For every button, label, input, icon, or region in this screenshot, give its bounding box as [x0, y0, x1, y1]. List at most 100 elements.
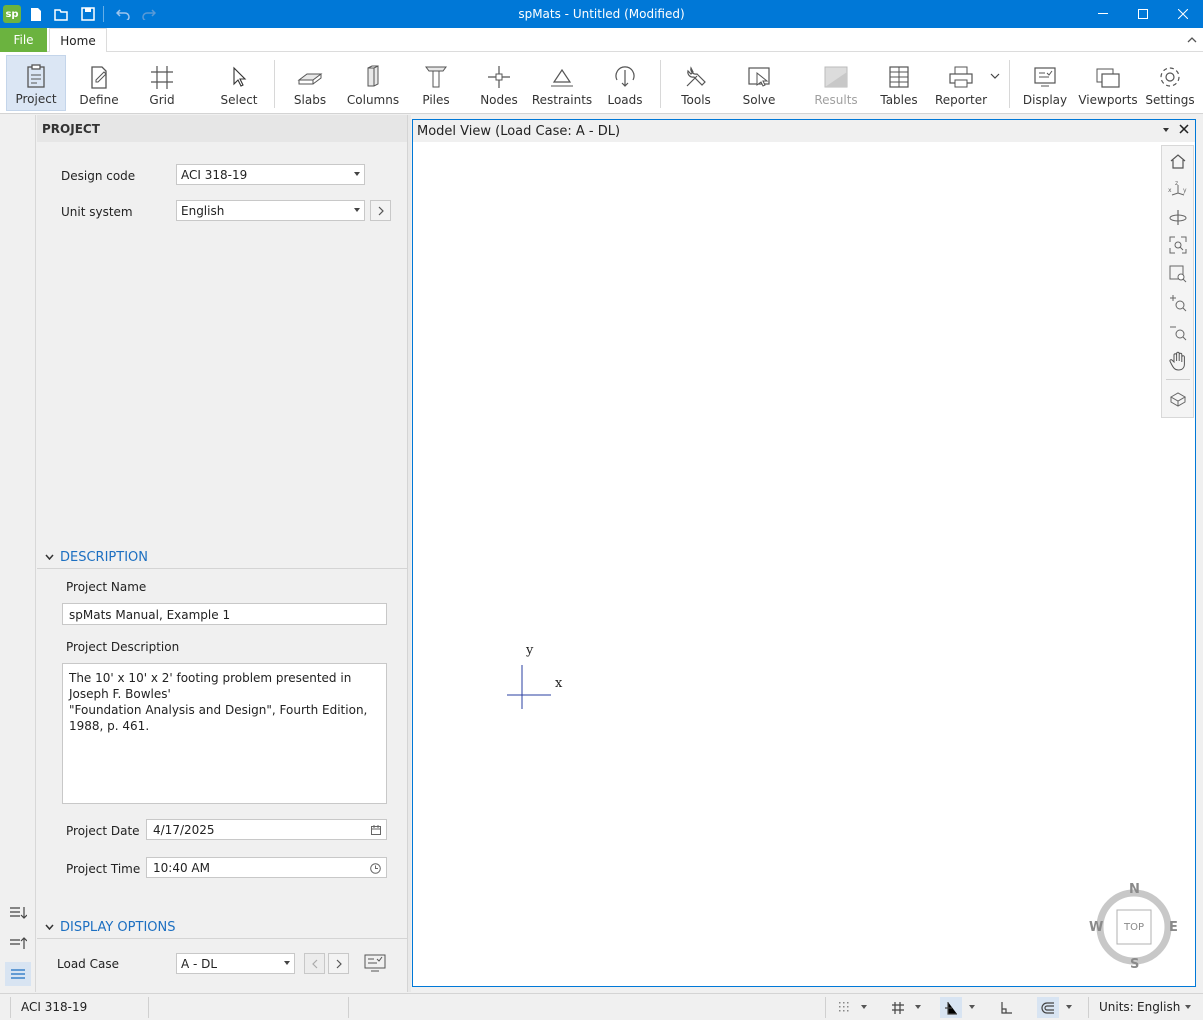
tables-button[interactable]: Tables	[874, 55, 924, 111]
app-logo-icon[interactable]: sp	[3, 5, 21, 23]
minimize-icon[interactable]	[1083, 0, 1123, 28]
compass-top-button[interactable]: TOP	[1118, 922, 1150, 933]
maximize-icon[interactable]	[1123, 0, 1163, 28]
pan-hand-icon[interactable]	[1167, 350, 1189, 372]
chevron-left-icon	[311, 959, 317, 968]
project-description-input[interactable]: The 10' x 10' x 2' footing problem prese…	[62, 663, 387, 804]
load-icon	[615, 66, 635, 87]
status-design-code: ACI 318-19	[21, 1000, 88, 1014]
list-view-icon[interactable]	[5, 962, 31, 986]
display-label: Display	[1022, 93, 1068, 107]
tab-home[interactable]: Home	[49, 28, 107, 53]
axis-crosshair	[507, 665, 551, 709]
unit-system-next-button[interactable]	[370, 200, 391, 221]
rotate-z-icon[interactable]: zx y	[1167, 178, 1189, 200]
calendar-icon[interactable]	[371, 825, 381, 835]
solve-label: Solve	[742, 93, 776, 107]
reporter-dropdown[interactable]	[988, 55, 1002, 105]
load-case-value: A - DL	[181, 957, 218, 971]
project-time-input[interactable]: 10:40 AM	[146, 857, 387, 878]
zoom-in-icon[interactable]	[1167, 292, 1189, 314]
unit-system-select[interactable]: English	[176, 200, 365, 221]
piles-label: Piles	[422, 93, 450, 107]
collapse-ribbon-icon[interactable]	[1187, 32, 1197, 46]
chevron-down-icon	[45, 922, 54, 933]
grid-dots-icon[interactable]	[834, 997, 856, 1018]
design-code-select[interactable]: ACI 318-19	[176, 164, 365, 185]
display-options-section-header[interactable]: DISPLAY OPTIONS	[37, 914, 407, 940]
close-view-icon[interactable]	[1179, 122, 1189, 138]
chevron-down-icon[interactable]	[1066, 1005, 1072, 1009]
select-button[interactable]: Select	[210, 55, 268, 111]
columns-button[interactable]: Columns	[344, 55, 402, 111]
viewports-button[interactable]: Viewports	[1078, 55, 1138, 111]
ortho-icon[interactable]	[995, 997, 1017, 1018]
settings-label: Settings	[1145, 93, 1195, 107]
load-case-previous-button[interactable]	[304, 953, 325, 974]
solve-button[interactable]: Solve	[732, 55, 786, 111]
display-button[interactable]: Display	[1018, 55, 1072, 111]
node-icon	[488, 66, 510, 88]
clock-icon[interactable]	[370, 863, 381, 874]
reporter-label: Reporter	[934, 93, 988, 107]
status-units-value[interactable]: English	[1131, 997, 1186, 1018]
define-button[interactable]: Define	[72, 55, 126, 111]
load-case-next-button[interactable]	[328, 953, 349, 974]
magnet-icon[interactable]	[1037, 997, 1059, 1018]
chevron-down-icon	[284, 961, 290, 965]
tab-file[interactable]: File	[0, 28, 47, 52]
collapse-all-icon[interactable]	[5, 931, 31, 955]
chevron-down-icon[interactable]	[915, 1005, 921, 1009]
project-button[interactable]: Project	[6, 55, 66, 111]
zoom-extents-icon[interactable]	[1167, 234, 1189, 256]
restraints-button[interactable]: Restraints	[532, 55, 592, 111]
zoom-window-icon[interactable]	[1167, 263, 1189, 285]
undo-icon[interactable]	[112, 3, 134, 25]
status-divider	[148, 997, 149, 1018]
open-folder-icon[interactable]	[51, 3, 73, 25]
zoom-out-icon[interactable]	[1167, 321, 1189, 343]
chevron-down-icon[interactable]	[861, 1005, 867, 1009]
toolbar-separator	[1166, 379, 1190, 380]
snap-icon[interactable]	[940, 997, 962, 1018]
view-menu-icon[interactable]	[1163, 128, 1169, 132]
chevron-down-icon[interactable]	[1185, 1005, 1191, 1009]
results-button[interactable]: Results	[808, 55, 864, 111]
settings-button[interactable]: Settings	[1142, 55, 1198, 111]
project-date-value: 4/17/2025	[153, 823, 215, 837]
panel-splitter[interactable]	[407, 115, 411, 992]
solve-icon	[748, 67, 770, 87]
close-window-icon[interactable]	[1163, 0, 1203, 28]
tools-button[interactable]: Tools	[670, 55, 722, 111]
save-icon[interactable]	[77, 3, 99, 25]
cursor-icon	[233, 66, 247, 87]
chevron-down-icon[interactable]	[969, 1005, 975, 1009]
slab-icon	[297, 73, 323, 85]
redo-icon[interactable]	[138, 3, 160, 25]
project-time-value: 10:40 AM	[153, 861, 210, 875]
home-view-icon[interactable]	[1167, 150, 1189, 172]
grid-button[interactable]: Grid	[135, 55, 189, 111]
loads-button[interactable]: Loads	[598, 55, 652, 111]
table-icon	[889, 66, 909, 88]
printer-icon	[949, 66, 973, 88]
reporter-button[interactable]: Reporter	[934, 55, 988, 111]
project-name-input[interactable]: spMats Manual, Example 1	[62, 603, 387, 625]
nodes-button[interactable]: Nodes	[472, 55, 526, 111]
description-section-header[interactable]: DESCRIPTION	[37, 544, 407, 570]
view-compass[interactable]: N S E W TOP	[1089, 882, 1179, 972]
new-file-icon[interactable]	[25, 3, 47, 25]
load-case-select[interactable]: A - DL	[176, 953, 295, 974]
chevron-down-icon	[354, 172, 360, 176]
display-settings-icon[interactable]	[363, 952, 387, 974]
piles-button[interactable]: Piles	[410, 55, 462, 111]
project-date-input[interactable]: 4/17/2025	[146, 819, 387, 840]
slabs-button[interactable]: Slabs	[282, 55, 338, 111]
orbit-icon[interactable]	[1167, 206, 1189, 228]
3d-view-icon[interactable]	[1167, 388, 1189, 410]
expand-all-icon[interactable]	[5, 901, 31, 925]
model-view-header: Model View (Load Case: A - DL)	[413, 120, 1195, 142]
grid-lines-icon[interactable]	[887, 997, 909, 1018]
compass-east-label: E	[1169, 920, 1178, 935]
design-code-value: ACI 318-19	[181, 168, 248, 182]
